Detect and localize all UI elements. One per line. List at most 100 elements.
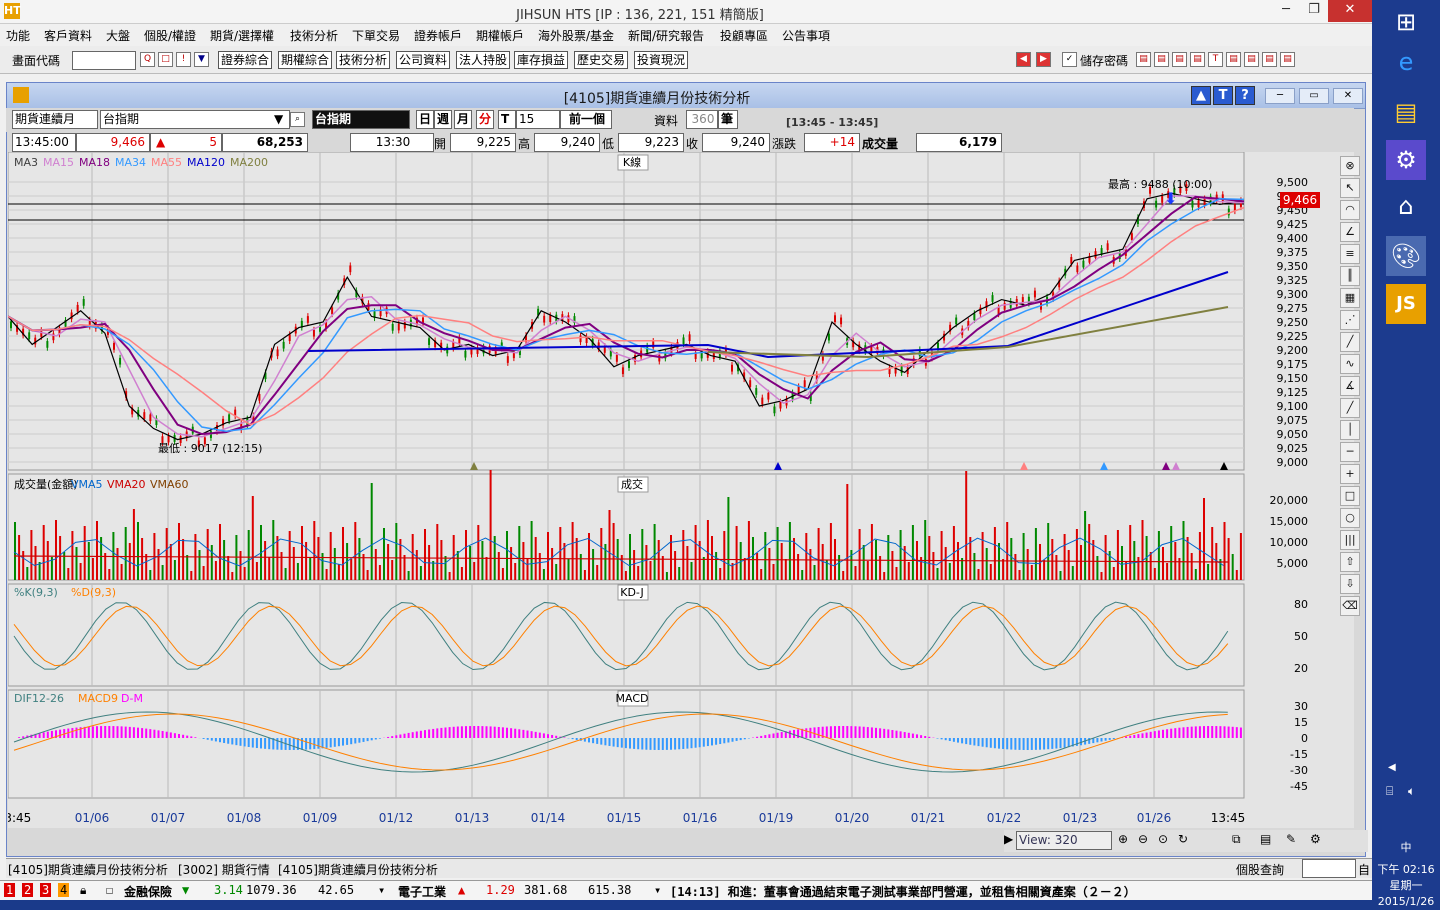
windows-start-icon[interactable]: ⊞ (1386, 2, 1426, 42)
cursor-tool-icon[interactable]: ↖ (1340, 178, 1360, 198)
close-button[interactable]: ✕ (1328, 0, 1372, 22)
settings-icon[interactable]: ⚙ (1310, 832, 1321, 846)
product2-select[interactable]: 台指期 (100, 110, 290, 129)
ray-tool-icon[interactable]: ╱ (1340, 398, 1360, 418)
horizontal-line-icon[interactable]: ─ (1340, 442, 1360, 462)
arrow-left-icon[interactable]: ◀ (1016, 52, 1031, 67)
data-count-input[interactable]: 360 (686, 110, 718, 129)
menu-item-2[interactable]: 大盤 (106, 27, 130, 44)
chart-minimize-button[interactable]: ─ (1265, 88, 1295, 104)
news-ticker[interactable]: [14:13] 和進：董事會通過結束電子測試事業部門營運，並租售相關資產案（２－… (670, 883, 1136, 900)
tool-icon-8[interactable]: ▤ (1262, 52, 1277, 67)
period-0[interactable]: 日 (416, 110, 434, 129)
alert-icon[interactable]: ! (176, 52, 191, 67)
data-unit-button[interactable]: 筆 (718, 110, 738, 129)
menu-item-3[interactable]: 個股/權證 (144, 27, 196, 44)
tool-icon-4[interactable]: ▤ (1190, 52, 1205, 67)
toolbar-button-0[interactable]: 證券綜合 (218, 51, 272, 69)
chart-restore-button[interactable]: ▭ (1299, 88, 1329, 104)
ie-icon[interactable]: e (1386, 42, 1426, 82)
chevron-down-icon[interactable]: ▼ (274, 112, 283, 126)
tray-arrow-icon[interactable]: ◀ (1388, 762, 1396, 773)
angle-tool-icon[interactable]: ∡ (1340, 376, 1360, 396)
tool-icon-9[interactable]: ▤ (1280, 52, 1295, 67)
period-3[interactable]: 分 (476, 110, 494, 129)
page-4-button[interactable]: 4 (58, 883, 69, 897)
control-panel-icon[interactable]: ⚙ (1386, 140, 1426, 180)
jihsun-taskbar-icon[interactable]: JS (1386, 284, 1426, 324)
down-tool-icon[interactable]: ⇩ (1340, 574, 1360, 594)
rect-tool-icon[interactable]: □ (1340, 486, 1360, 506)
tool-icon-5[interactable]: T (1208, 52, 1223, 67)
pen-icon[interactable]: ✎ (1286, 832, 1296, 846)
prev-button[interactable]: 前一個 (560, 110, 612, 129)
cancel-tool-icon[interactable]: ⊗ (1340, 156, 1360, 176)
tab-0[interactable]: [4105]期貨連續月份技術分析 (8, 861, 168, 878)
window-icon[interactable]: □ (158, 52, 173, 67)
vertical-line-icon[interactable]: │ (1340, 420, 1360, 440)
menu-item-1[interactable]: 客戶資料 (44, 27, 92, 44)
zoom-reset-icon[interactable]: ⊙ (1158, 832, 1168, 846)
line-tool-icon[interactable]: ╱ (1340, 332, 1360, 352)
tool-icon-6[interactable]: ▤ (1226, 52, 1241, 67)
file-explorer-icon[interactable]: ▤ (1386, 92, 1426, 132)
home-icon[interactable]: ⌂ (1386, 186, 1426, 226)
page-1-button[interactable]: 1 (4, 883, 15, 897)
refresh-icon[interactable]: ↻ (1178, 832, 1188, 846)
text-icon[interactable]: T (1213, 86, 1233, 105)
menu-item-10[interactable]: 新聞/研究報告 (628, 27, 704, 44)
volume-icon[interactable]: 🔈︎ (1408, 784, 1415, 799)
menu-item-4[interactable]: 期貨/選擇權 (210, 27, 274, 44)
toolbar-button-5[interactable]: 庫存損益 (514, 51, 568, 69)
period-tool-icon[interactable]: ||| (1340, 530, 1360, 550)
code-input[interactable] (72, 51, 136, 70)
fan-tool-icon[interactable]: ∠ (1340, 222, 1360, 242)
zoom-in-icon[interactable]: ⊕ (1118, 832, 1128, 846)
tab-2[interactable]: [4105]期貨連續月份技術分析 (278, 861, 438, 878)
menu-item-5[interactable]: 技術分析 (290, 27, 338, 44)
tool-icon-2[interactable]: ▤ (1154, 52, 1169, 67)
menu-item-11[interactable]: 投顧專區 (720, 27, 768, 44)
wave-tool-icon[interactable]: ∿ (1340, 354, 1360, 374)
sector2-dropdown-icon[interactable]: ▾ (654, 883, 661, 897)
period-1[interactable]: 週 (434, 110, 452, 129)
stock-query-input[interactable] (1302, 859, 1356, 878)
page-2-button[interactable]: 2 (22, 883, 33, 897)
toolbar-button-6[interactable]: 歷史交易 (574, 51, 628, 69)
symbol-field[interactable]: 台指期 (312, 110, 410, 129)
table-icon[interactable]: ▤ (1260, 832, 1271, 846)
chart-area[interactable]: 13:4501/0601/0701/0801/0901/1201/1301/14… (8, 152, 1354, 828)
dropdown-icon[interactable]: ▼ (194, 52, 209, 67)
tab-1[interactable]: [3002] 期貨行情 (178, 861, 270, 878)
gann-tool-icon[interactable]: ⋰ (1340, 310, 1360, 330)
stock-query-button[interactable]: 自 (1358, 861, 1370, 878)
menu-item-12[interactable]: 公告事項 (782, 27, 830, 44)
toolbar-button-3[interactable]: 公司資料 (396, 51, 450, 69)
maximize-button[interactable]: ❐ (1300, 0, 1328, 22)
chart-svg[interactable]: 13:4501/0601/0701/0801/0901/1201/1301/14… (8, 152, 1338, 828)
ime-indicator[interactable]: 中 (1372, 840, 1440, 856)
ellipse-tool-icon[interactable]: ○ (1340, 508, 1360, 528)
cross-tool-icon[interactable]: + (1340, 464, 1360, 484)
up-icon[interactable]: ▲ (1191, 86, 1211, 105)
toolbar-button-2[interactable]: 技術分析 (336, 51, 390, 69)
menu-item-8[interactable]: 期權帳戶 (476, 27, 524, 44)
tool-icon-7[interactable]: ▤ (1244, 52, 1259, 67)
help-icon[interactable]: ? (1235, 86, 1255, 105)
menu-item-9[interactable]: 海外股票/基金 (538, 27, 614, 44)
arrow-right-icon[interactable]: ▶ (1036, 52, 1051, 67)
network-icon[interactable]: ⌸ (1386, 784, 1393, 799)
interval-select[interactable]: 15 (516, 110, 560, 129)
up-tool-icon[interactable]: ⇧ (1340, 552, 1360, 572)
tool-icon-3[interactable]: ▤ (1172, 52, 1187, 67)
toolbar-button-4[interactable]: 法人持股 (456, 51, 510, 69)
toolbar-button-1[interactable]: 期權綜合 (278, 51, 332, 69)
arc-tool-icon[interactable]: ◠ (1340, 200, 1360, 220)
scroll-right-icon[interactable]: ▶ (1004, 832, 1013, 846)
grid-tool-icon[interactable]: ▦ (1340, 288, 1360, 308)
tool-icon-1[interactable]: ▤ (1136, 52, 1151, 67)
save-password-checkbox[interactable]: ✓ (1062, 52, 1077, 67)
search-icon[interactable]: ⌕ (290, 112, 305, 127)
period-2[interactable]: 月 (454, 110, 472, 129)
vline-tool-icon[interactable]: ║ (1340, 266, 1360, 286)
